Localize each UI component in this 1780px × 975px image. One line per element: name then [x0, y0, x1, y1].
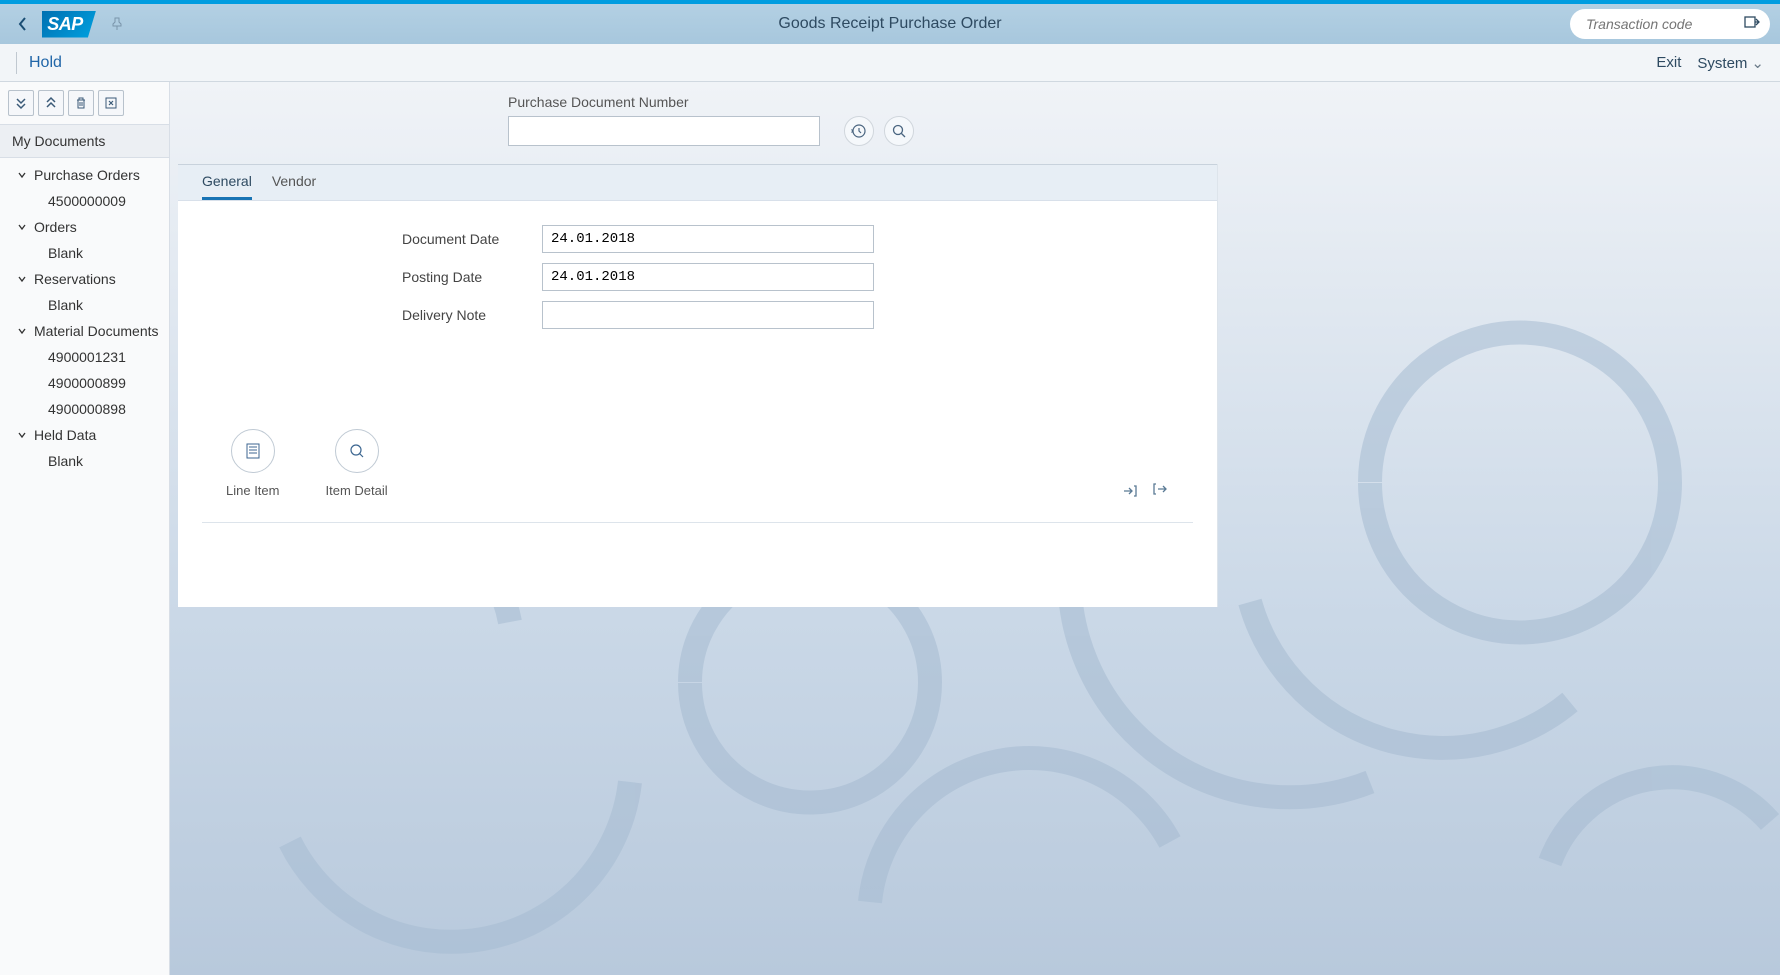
collapse-all-button[interactable]: [38, 90, 64, 116]
chevron-down-icon: [16, 169, 28, 181]
sap-logo: SAP: [42, 11, 96, 38]
tree-reservations[interactable]: Reservations: [16, 266, 161, 292]
form-panel: General Vendor Document Date Posting Dat…: [178, 164, 1218, 607]
document-date-input[interactable]: [542, 225, 874, 253]
tree-item[interactable]: Blank: [16, 240, 161, 266]
my-documents-header: My Documents: [0, 124, 169, 158]
tab-vendor[interactable]: Vendor: [272, 165, 316, 200]
tree-item[interactable]: 4900001231: [16, 344, 161, 370]
tree-material-documents[interactable]: Material Documents: [16, 318, 161, 344]
search-button[interactable]: [884, 116, 914, 146]
header-bar: SAP Goods Receipt Purchase Order: [0, 4, 1780, 44]
back-button[interactable]: [10, 11, 36, 37]
export-icon[interactable]: [1151, 482, 1169, 498]
transaction-code-box[interactable]: [1570, 9, 1770, 39]
line-item-label: Line Item: [226, 483, 279, 498]
content-area: My Documents Purchase Orders 4500000009 …: [0, 82, 1780, 975]
item-detail-button[interactable]: [335, 429, 379, 473]
tree-item[interactable]: Blank: [16, 448, 161, 474]
close-doc-button[interactable]: [98, 90, 124, 116]
import-icon[interactable]: [1121, 482, 1139, 498]
hold-button[interactable]: Hold: [29, 54, 62, 72]
doc-number-label: Purchase Document Number: [508, 94, 820, 110]
document-tree: Purchase Orders 4500000009 Orders Blank …: [0, 158, 169, 975]
divider: [16, 52, 17, 74]
tree-item[interactable]: 4900000899: [16, 370, 161, 396]
form-tabs: General Vendor: [178, 164, 1217, 200]
sidebar-toolbar: [0, 82, 169, 124]
pin-icon[interactable]: [106, 13, 128, 35]
tree-held-data[interactable]: Held Data: [16, 422, 161, 448]
form-body: Document Date Posting Date Delivery Note: [178, 200, 1217, 607]
delivery-note-input[interactable]: [542, 301, 874, 329]
doc-number-input[interactable]: [508, 116, 820, 146]
history-button[interactable]: [844, 116, 874, 146]
tree-item[interactable]: Blank: [16, 292, 161, 318]
sidebar: My Documents Purchase Orders 4500000009 …: [0, 82, 170, 975]
transaction-code-input[interactable]: [1586, 16, 1736, 32]
posting-date-label: Posting Date: [202, 269, 542, 285]
sub-header: Hold Exit System⌄: [0, 44, 1780, 82]
page-title: Goods Receipt Purchase Order: [778, 15, 1001, 33]
main-panel: Purchase Document Number General Vendor …: [178, 82, 1780, 975]
system-menu[interactable]: System⌄: [1697, 54, 1764, 72]
action-section: Line Item Item Detail: [202, 429, 1193, 523]
tree-orders[interactable]: Orders: [16, 214, 161, 240]
tree-purchase-orders[interactable]: Purchase Orders: [16, 162, 161, 188]
chevron-down-icon: [16, 325, 28, 337]
delete-button[interactable]: [68, 90, 94, 116]
posting-date-input[interactable]: [542, 263, 874, 291]
chevron-down-icon: ⌄: [1751, 55, 1764, 72]
doc-number-row: Purchase Document Number: [178, 82, 1780, 164]
document-date-label: Document Date: [202, 231, 542, 247]
transaction-go-icon[interactable]: [1744, 15, 1760, 34]
chevron-down-icon: [16, 429, 28, 441]
item-detail-label: Item Detail: [325, 483, 387, 498]
exit-button[interactable]: Exit: [1656, 54, 1681, 71]
tree-item[interactable]: 4900000898: [16, 396, 161, 422]
chevron-down-icon: [16, 273, 28, 285]
chevron-down-icon: [16, 221, 28, 233]
expand-all-button[interactable]: [8, 90, 34, 116]
line-item-button[interactable]: [231, 429, 275, 473]
delivery-note-label: Delivery Note: [202, 307, 542, 323]
tree-item[interactable]: 4500000009: [16, 188, 161, 214]
tab-general[interactable]: General: [202, 165, 252, 200]
